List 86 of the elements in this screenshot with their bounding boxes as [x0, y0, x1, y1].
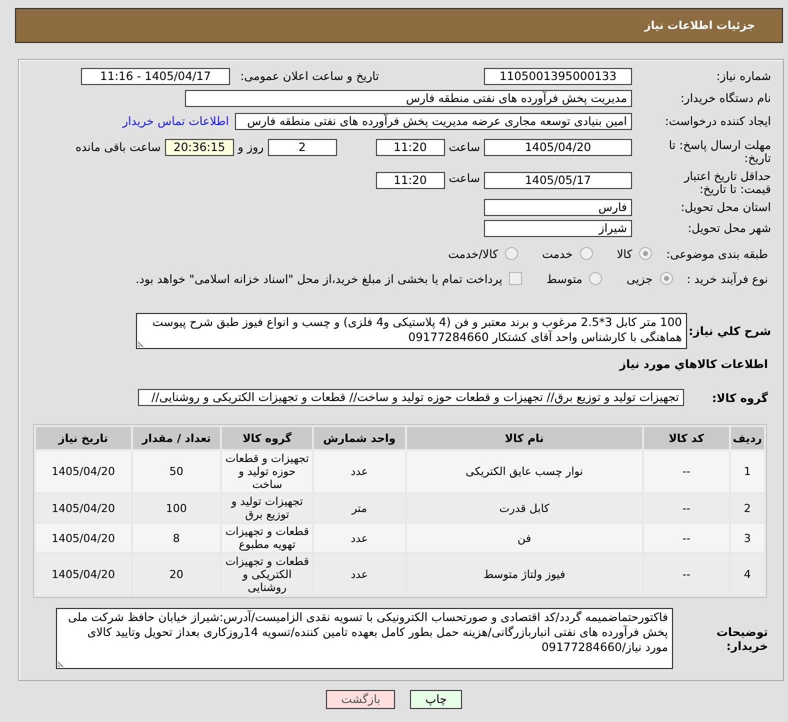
- table-cell: 50: [132, 451, 220, 492]
- radio-button[interactable]: [589, 272, 602, 285]
- table-cell: 100: [132, 494, 220, 522]
- table-cell: 8: [132, 524, 220, 552]
- back-button[interactable]: بازگشت: [326, 690, 396, 709]
- field-label: مهلت ارسال پاسخ: تا تاریخ:: [668, 139, 771, 165]
- city-field[interactable]: شیراز: [484, 220, 632, 237]
- radio-label: خدمت: [542, 246, 573, 260]
- table-cell: 2: [730, 494, 764, 522]
- field-label: گروه کالا:: [711, 390, 769, 404]
- field-label: نام دستگاه خریدار:: [679, 90, 771, 107]
- validity-time-field[interactable]: 11:20: [376, 172, 445, 189]
- radio-label: کالا/خدمت: [448, 246, 498, 260]
- column-header: ردیف: [730, 427, 764, 449]
- table-cell: 20: [132, 554, 220, 595]
- table-cell: فن: [406, 524, 642, 552]
- table-cell: 1405/04/20: [36, 494, 131, 522]
- table-cell: --: [644, 494, 729, 522]
- contact-link[interactable]: اطلاعات تماس خریدار: [122, 113, 229, 130]
- description-textarea[interactable]: 100 متر کابل 3*2.5 مرغوب و برند معتبر و فن (4 پلاستیکی و4 فلزی) و چسب و انواع فیوز طبق شرح پیوست هماهنگی با کارشناس واحد آقای کشتکار 09177284660: [136, 313, 687, 349]
- announce-datetime-field[interactable]: 1405/04/17 - 11:16: [81, 68, 230, 85]
- section-heading: اطلاعات کالاهاي مورد نیاز: [618, 356, 769, 373]
- need-number-field[interactable]: 1105001395000133: [484, 68, 632, 85]
- radio-button[interactable]: [660, 272, 673, 285]
- field-label: توضیحات خریدار:: [716, 624, 769, 652]
- radio-button[interactable]: [639, 247, 652, 260]
- days-field[interactable]: 2: [268, 139, 337, 156]
- deadline-time-field[interactable]: 11:20: [376, 139, 445, 156]
- table-cell: فیوز ولتاژ متوسط: [406, 554, 642, 595]
- table-cell: تجهیزات تولید و توزیع برق: [222, 494, 312, 522]
- deadline-date-field[interactable]: 1405/04/20: [484, 139, 632, 156]
- time-label: ساعت: [448, 170, 480, 187]
- checkbox-label: پرداخت تمام یا بخشی از مبلغ خرید،از محل "اسناد خزانه اسلامی" خواهد بود.: [136, 272, 502, 286]
- table-cell: 1405/04/20: [36, 524, 131, 552]
- print-button[interactable]: چاپ: [410, 690, 462, 709]
- table-cell: --: [644, 554, 729, 595]
- table-cell: عدد: [314, 524, 405, 552]
- column-header: واحد شمارش: [314, 427, 405, 449]
- notes-textarea[interactable]: فاکتورحتماضمیمه گردد/کد اقتصادی و صورتحساب الکترونیکی با تسویه نقدی الزامیست/آدرس:شیراز خیابان حافظ شرکت ملی پخش فرآورده های نفتی انباربازرگانی/هزینه حمل بطور کامل بعهده تامین کننده/تسویه 14روزکاری بعداز تحویل وتایید کالای مورد نیاز/09177284660: [56, 608, 673, 669]
- field-label: ایجاد کننده درخواست:: [664, 113, 771, 130]
- resize-grip-icon[interactable]: [138, 339, 146, 347]
- column-header: تاریخ نیاز: [36, 427, 131, 449]
- column-header: کد کالا: [644, 427, 729, 449]
- radio-label: جزیی: [626, 272, 653, 286]
- checkbox[interactable]: [509, 272, 522, 285]
- table-cell: عدد: [314, 554, 405, 595]
- table-cell: نوار چسب عایق الکتریکی: [406, 451, 642, 492]
- table-cell: 1405/04/20: [36, 554, 131, 595]
- table-cell: کابل قدرت: [406, 494, 642, 522]
- table-cell: --: [644, 451, 729, 492]
- column-header: گروه کالا: [222, 427, 312, 449]
- radio-button[interactable]: [505, 247, 518, 260]
- radio-label: کالا: [616, 246, 632, 260]
- column-header: نام کالا: [406, 427, 642, 449]
- remaining-time-field[interactable]: 20:36:15: [164, 139, 234, 156]
- time-label: ساعت: [448, 139, 480, 156]
- goods-group-field[interactable]: تجهیزات تولید و توزیع برق// تجهیزات و قطعات حوزه تولید و ساخت// قطعات و تجهیزات الکتریکی و روشنایی//: [138, 389, 684, 406]
- table-cell: 1405/04/20: [36, 451, 131, 492]
- column-header: تعداد / مقدار: [132, 427, 220, 449]
- field-label: نوع فرآیند خرید :: [686, 272, 769, 286]
- table-cell: 3: [730, 524, 764, 552]
- radio-label: متوسط: [546, 272, 582, 286]
- field-label: شماره نیاز:: [715, 68, 771, 85]
- table-cell: 4: [730, 554, 764, 595]
- table-cell: تجهیزات و قطعات حوزه تولید و ساخت: [222, 451, 312, 492]
- field-label: شهر محل تحویل:: [686, 220, 771, 237]
- field-label: استان محل تحویل:: [680, 199, 771, 216]
- province-field[interactable]: فارس: [484, 199, 632, 216]
- table-cell: قطعات و تجهیزات تهویه مطبوع: [222, 524, 312, 552]
- field-label: حداقل تاریخ اعتبار قیمت: تا تاریخ:: [682, 170, 771, 196]
- field-label: شرح کلي نیاز:: [688, 324, 771, 338]
- resize-grip-icon[interactable]: [58, 659, 66, 667]
- page-title: جزئیات اطلاعات نیاز: [644, 19, 755, 32]
- radio-button[interactable]: [580, 247, 593, 260]
- field-label: طبقه بندی موضوعی:: [666, 246, 769, 260]
- table-cell: قطعات و تجهیزات الکتریکی و روشنایی: [222, 554, 312, 595]
- table-cell: متر: [314, 494, 405, 522]
- table-cell: --: [644, 524, 729, 552]
- buyer-org-field[interactable]: مدیریت پخش فرآورده های نفتی منطقه فارس: [185, 90, 632, 107]
- days-label: روز و: [238, 139, 264, 156]
- remaining-label: ساعت باقی مانده: [76, 139, 161, 156]
- table-cell: 1: [730, 451, 764, 492]
- field-label: تاریخ و ساعت اعلان عمومی:: [239, 68, 379, 85]
- validity-date-field[interactable]: 1405/05/17: [484, 172, 632, 189]
- table-cell: عدد: [314, 451, 405, 492]
- requester-field[interactable]: امین بنیادی توسعه مجاری عرضه مدیریت پخش فرآورده های نفتی منطقه فارس: [235, 113, 632, 130]
